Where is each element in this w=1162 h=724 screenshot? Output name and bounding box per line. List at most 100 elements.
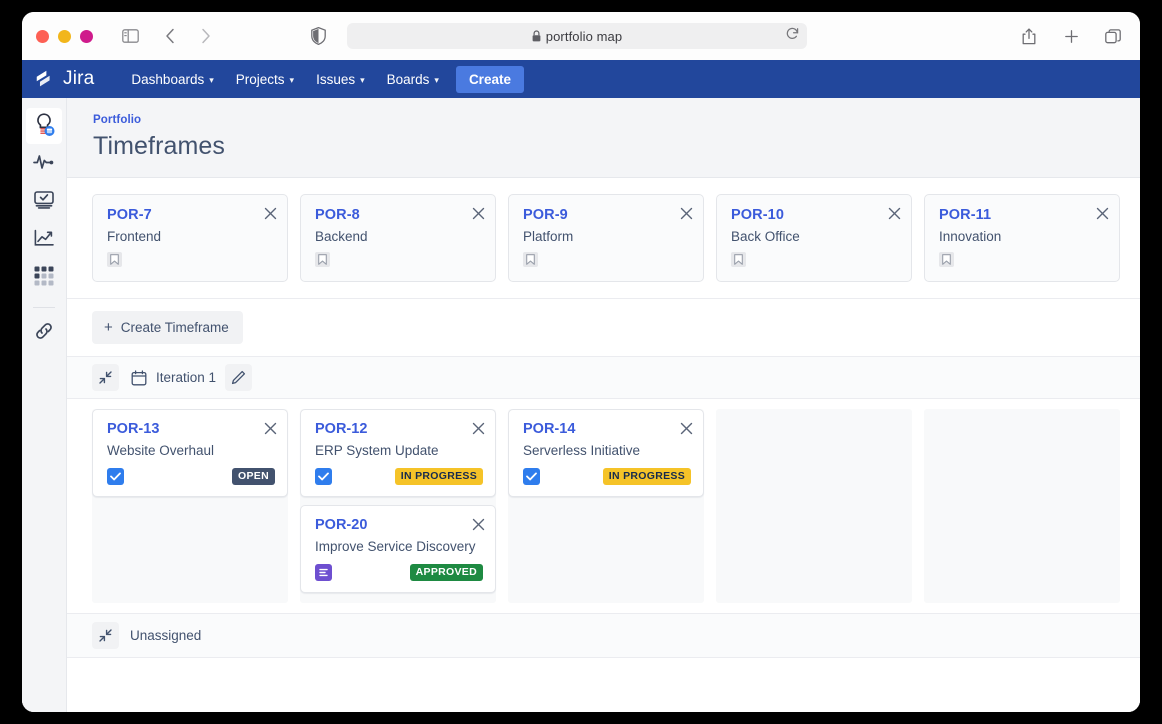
issue-key[interactable]: POR-20	[315, 517, 483, 533]
epic-bookmark-icon	[523, 252, 538, 267]
forward-arrow-icon[interactable]	[193, 23, 219, 49]
swimlane-column[interactable]: POR-13 Website Overhaul OPEN	[92, 409, 288, 603]
breadcrumb[interactable]: Portfolio	[93, 114, 1140, 126]
status-badge: IN PROGRESS	[602, 467, 691, 486]
close-icon[interactable]	[471, 517, 485, 531]
chevron-down-icon: ▾	[434, 74, 439, 85]
close-icon[interactable]	[679, 206, 693, 220]
close-icon[interactable]	[263, 421, 277, 435]
nav-item-issues[interactable]: Issues ▾	[305, 67, 376, 92]
timeframe-card[interactable]: POR-8 Backend	[300, 194, 496, 282]
reports-chart-icon	[33, 229, 55, 252]
timeframe-name: Frontend	[107, 229, 162, 244]
chevron-down-icon: ▾	[289, 74, 295, 85]
issue-card[interactable]: POR-20 Improve Service Discovery APPROVE…	[300, 505, 496, 593]
issue-footer: OPEN	[107, 467, 275, 486]
nav-label: Dashboards	[131, 71, 205, 87]
issue-key[interactable]: POR-12	[315, 421, 483, 437]
nav-item-boards[interactable]: Boards ▾	[376, 67, 450, 92]
create-timeframe-button[interactable]: + Create Timeframe	[92, 311, 243, 344]
jira-logo[interactable]: Jira	[34, 68, 94, 90]
plus-icon: +	[104, 319, 113, 336]
issue-summary: Website Overhaul	[107, 443, 215, 458]
link-icon	[33, 320, 55, 347]
apps-grid-icon	[34, 266, 54, 291]
window-controls[interactable]	[36, 29, 93, 43]
sidebar-toggle-icon[interactable]	[117, 23, 143, 49]
maximize-window-button[interactable]	[80, 29, 93, 43]
swimlane-label: Iteration 1	[156, 370, 217, 385]
close-icon[interactable]	[263, 206, 277, 220]
collapse-icon[interactable]	[92, 364, 119, 391]
timeframe-name: Back Office	[731, 229, 800, 244]
nav-item-dashboards[interactable]: Dashboards ▾	[120, 67, 224, 92]
timeframe-name: Innovation	[939, 229, 1002, 244]
timeframe-card[interactable]: POR-10 Back Office	[716, 194, 912, 282]
swimlane-header-unassigned: Unassigned	[67, 614, 1140, 658]
timeframe-card[interactable]: POR-9 Platform	[508, 194, 704, 282]
minimize-window-button[interactable]	[58, 29, 71, 43]
timeframe-key[interactable]: POR-8	[315, 207, 482, 223]
swimlane-header-iteration-1: Iteration 1	[67, 357, 1140, 399]
nav-label: Boards	[386, 71, 430, 87]
toolbar-right-actions	[1016, 23, 1126, 49]
issue-summary: Serverless Initiative	[523, 443, 641, 458]
url-text: portfolio map	[545, 28, 623, 44]
new-tab-plus-icon[interactable]	[1058, 23, 1084, 49]
rail-item-monitor[interactable]	[26, 184, 62, 220]
create-button[interactable]: Create	[455, 65, 524, 93]
timeframe-key[interactable]: POR-10	[731, 207, 898, 223]
app-body: Portfolio Timeframes POR-7 Frontend POR-…	[22, 98, 1140, 712]
issue-summary: Improve Service Discovery	[315, 539, 476, 554]
pencil-edit-icon[interactable]	[225, 364, 253, 391]
left-rail	[22, 98, 67, 712]
issue-key[interactable]: POR-13	[107, 421, 275, 437]
collapse-icon[interactable]	[92, 622, 119, 649]
issue-key[interactable]: POR-14	[523, 421, 691, 437]
rail-item-reports[interactable]	[26, 222, 62, 258]
idea-lightbulb-icon	[33, 112, 55, 141]
rail-item-idea[interactable]	[26, 108, 62, 144]
timeframe-key[interactable]: POR-7	[107, 207, 274, 223]
status-badge: APPROVED	[409, 563, 483, 582]
close-icon[interactable]	[471, 421, 485, 435]
swimlane-column[interactable]	[716, 409, 912, 603]
swimlane-iteration-1: POR-13 Website Overhaul OPEN POR-12 ERP …	[67, 399, 1140, 614]
nav-item-projects[interactable]: Projects ▾	[225, 67, 305, 92]
reload-icon[interactable]	[786, 27, 799, 46]
chevron-down-icon: ▾	[360, 74, 365, 85]
issue-footer: IN PROGRESS	[523, 467, 691, 486]
create-timeframe-row: + Create Timeframe	[67, 299, 1140, 357]
rail-divider	[33, 307, 55, 308]
rail-item-links[interactable]	[26, 315, 62, 351]
rail-item-apps[interactable]	[26, 260, 62, 296]
issue-summary: ERP System Update	[315, 443, 439, 458]
issue-card[interactable]: POR-13 Website Overhaul OPEN	[92, 409, 288, 497]
swimlane-column[interactable]	[924, 409, 1120, 603]
issue-card[interactable]: POR-12 ERP System Update IN PROGRESS	[300, 409, 496, 497]
issue-card[interactable]: POR-14 Serverless Initiative IN PROGRESS	[508, 409, 704, 497]
swimlane-column[interactable]: POR-14 Serverless Initiative IN PROGRESS	[508, 409, 704, 603]
rail-item-activity[interactable]	[26, 146, 62, 182]
tab-overview-icon[interactable]	[1100, 23, 1126, 49]
browser-window: portfolio map Jira Dashboards ▾ Projects…	[22, 12, 1140, 712]
close-window-button[interactable]	[36, 29, 49, 43]
swimlane-column[interactable]: POR-12 ERP System Update IN PROGRESS POR…	[300, 409, 496, 603]
privacy-shield-icon[interactable]	[305, 23, 331, 49]
close-icon[interactable]	[679, 421, 693, 435]
calendar-icon	[131, 369, 147, 386]
close-icon[interactable]	[887, 206, 901, 220]
epic-bookmark-icon	[107, 252, 122, 267]
timeframe-card[interactable]: POR-11 Innovation	[924, 194, 1120, 282]
monitor-icon	[33, 190, 55, 215]
navigation-arrows[interactable]	[157, 23, 219, 49]
close-icon[interactable]	[471, 206, 485, 220]
jira-logo-text: Jira	[63, 68, 95, 89]
address-bar[interactable]: portfolio map	[347, 23, 807, 49]
timeframe-card[interactable]: POR-7 Frontend	[92, 194, 288, 282]
share-icon[interactable]	[1016, 23, 1042, 49]
timeframe-key[interactable]: POR-11	[939, 207, 1106, 223]
close-icon[interactable]	[1095, 206, 1109, 220]
timeframe-key[interactable]: POR-9	[523, 207, 690, 223]
back-arrow-icon[interactable]	[157, 23, 183, 49]
